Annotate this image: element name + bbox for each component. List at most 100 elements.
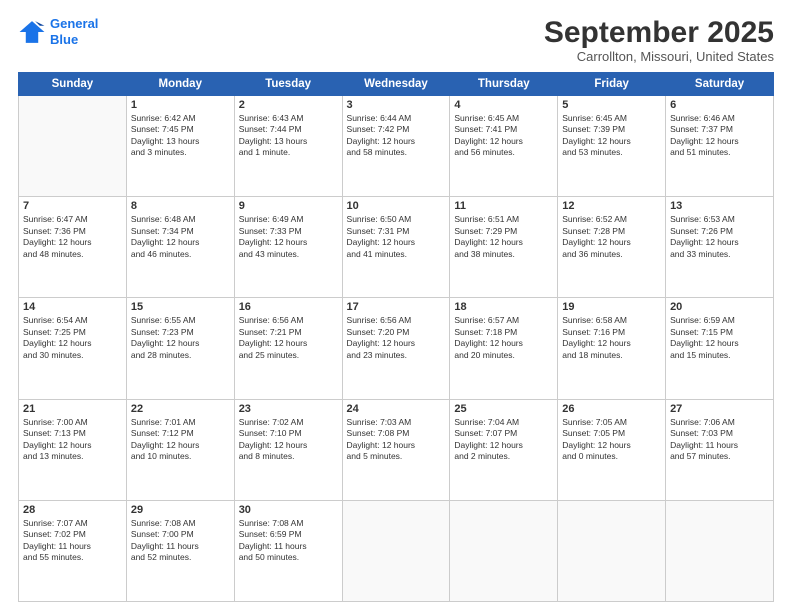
calendar-week-4: 28 Sunrise: 7:07 AMSunset: 7:02 PMDayligh… — [19, 500, 774, 601]
table-row: 23Sunrise: 7:02 AMSunset: 7:10 PMDayligh… — [234, 399, 342, 500]
calendar-header-row: Sunday Monday Tuesday Wednesday Thursday… — [19, 73, 774, 96]
day-number: 28 — [23, 504, 122, 516]
day-info: Sunrise: 6:44 AMSunset: 7:42 PMDaylight:… — [347, 113, 446, 159]
table-row — [342, 500, 450, 601]
table-row: 12Sunrise: 6:52 AMSunset: 7:28 PMDayligh… — [558, 197, 666, 298]
header: General Blue September 2025 Carrollton, … — [18, 16, 774, 64]
logo-general: General — [50, 16, 98, 31]
col-wednesday: Wednesday — [342, 73, 450, 96]
table-row: 20 Sunrise: 6:59 AMSunset: 7:15 PMDayligh… — [666, 298, 774, 399]
calendar-week-1: 7 Sunrise: 6:47 AMSunset: 7:36 PMDaylight… — [19, 197, 774, 298]
page: General Blue September 2025 Carrollton, … — [0, 0, 792, 612]
table-row: 6 Sunrise: 6:46 AMSunset: 7:37 PMDaylight… — [666, 96, 774, 197]
table-row: 4 Sunrise: 6:45 AMSunset: 7:41 PMDaylight… — [450, 96, 558, 197]
table-row: 16Sunrise: 6:56 AMSunset: 7:21 PMDayligh… — [234, 298, 342, 399]
day-info: Sunrise: 6:49 AMSunset: 7:33 PMDaylight:… — [239, 214, 338, 260]
day-info: Sunrise: 6:54 AMSunset: 7:25 PMDaylight:… — [23, 315, 122, 361]
day-number: 13 — [670, 200, 769, 212]
table-row: 2 Sunrise: 6:43 AMSunset: 7:44 PMDaylight… — [234, 96, 342, 197]
calendar-week-0: 1 Sunrise: 6:42 AMSunset: 7:45 PMDaylight… — [19, 96, 774, 197]
day-number: 18 — [454, 301, 553, 313]
day-info: Sunrise: 6:57 AMSunset: 7:18 PMDaylight:… — [454, 315, 553, 361]
day-number: 25 — [454, 403, 553, 415]
day-info: Sunrise: 7:08 AMSunset: 7:00 PMDaylight:… — [131, 518, 230, 564]
col-thursday: Thursday — [450, 73, 558, 96]
table-row: 17 Sunrise: 6:56 AMSunset: 7:20 PMDayligh… — [342, 298, 450, 399]
day-number: 27 — [670, 403, 769, 415]
day-number: 12 — [562, 200, 661, 212]
table-row: 1 Sunrise: 6:42 AMSunset: 7:45 PMDaylight… — [126, 96, 234, 197]
table-row: 21 Sunrise: 7:00 AMSunset: 7:13 PMDayligh… — [19, 399, 127, 500]
day-info: Sunrise: 6:58 AMSunset: 7:16 PMDaylight:… — [562, 315, 661, 361]
logo: General Blue — [18, 16, 98, 47]
day-number: 21 — [23, 403, 122, 415]
day-info: Sunrise: 6:56 AMSunset: 7:20 PMDaylight:… — [347, 315, 446, 361]
day-info: Sunrise: 7:00 AMSunset: 7:13 PMDaylight:… — [23, 417, 122, 463]
day-number: 20 — [670, 301, 769, 313]
day-number: 26 — [562, 403, 661, 415]
col-sunday: Sunday — [19, 73, 127, 96]
day-number: 29 — [131, 504, 230, 516]
day-number: 7 — [23, 200, 122, 212]
day-info: Sunrise: 6:56 AMSunset: 7:21 PMDaylight:… — [239, 315, 338, 361]
day-info: Sunrise: 7:08 AMSunset: 6:59 PMDaylight:… — [239, 518, 338, 564]
day-info: Sunrise: 7:03 AMSunset: 7:08 PMDaylight:… — [347, 417, 446, 463]
day-number: 22 — [131, 403, 230, 415]
day-number: 9 — [239, 200, 338, 212]
table-row: 30 Sunrise: 7:08 AMSunset: 6:59 PMDayligh… — [234, 500, 342, 601]
calendar-week-3: 21 Sunrise: 7:00 AMSunset: 7:13 PMDayligh… — [19, 399, 774, 500]
table-row: 13Sunrise: 6:53 AMSunset: 7:26 PMDayligh… — [666, 197, 774, 298]
day-number: 6 — [670, 99, 769, 111]
day-number: 17 — [347, 301, 446, 313]
table-row: 26 Sunrise: 7:05 AMSunset: 7:05 PMDayligh… — [558, 399, 666, 500]
table-row — [558, 500, 666, 601]
table-row: 9 Sunrise: 6:49 AMSunset: 7:33 PMDaylight… — [234, 197, 342, 298]
table-row: 29 Sunrise: 7:08 AMSunset: 7:00 PMDayligh… — [126, 500, 234, 601]
day-number: 8 — [131, 200, 230, 212]
location: Carrollton, Missouri, United States — [544, 49, 774, 64]
day-number: 2 — [239, 99, 338, 111]
day-info: Sunrise: 6:59 AMSunset: 7:15 PMDaylight:… — [670, 315, 769, 361]
table-row: 22 Sunrise: 7:01 AMSunset: 7:12 PMDayligh… — [126, 399, 234, 500]
day-number: 14 — [23, 301, 122, 313]
day-info: Sunrise: 6:51 AMSunset: 7:29 PMDaylight:… — [454, 214, 553, 260]
day-info: Sunrise: 6:46 AMSunset: 7:37 PMDaylight:… — [670, 113, 769, 159]
logo-blue: Blue — [50, 32, 78, 47]
day-info: Sunrise: 7:05 AMSunset: 7:05 PMDaylight:… — [562, 417, 661, 463]
table-row: 18 Sunrise: 6:57 AMSunset: 7:18 PMDayligh… — [450, 298, 558, 399]
day-info: Sunrise: 6:42 AMSunset: 7:45 PMDaylight:… — [131, 113, 230, 159]
col-monday: Monday — [126, 73, 234, 96]
day-info: Sunrise: 6:43 AMSunset: 7:44 PMDaylight:… — [239, 113, 338, 159]
day-number: 11 — [454, 200, 553, 212]
table-row: 19 Sunrise: 6:58 AMSunset: 7:16 PMDayligh… — [558, 298, 666, 399]
day-number: 4 — [454, 99, 553, 111]
day-number: 3 — [347, 99, 446, 111]
day-number: 24 — [347, 403, 446, 415]
calendar-table: Sunday Monday Tuesday Wednesday Thursday… — [18, 72, 774, 602]
table-row: 7 Sunrise: 6:47 AMSunset: 7:36 PMDaylight… — [19, 197, 127, 298]
day-info: Sunrise: 7:07 AMSunset: 7:02 PMDaylight:… — [23, 518, 122, 564]
table-row — [19, 96, 127, 197]
day-info: Sunrise: 6:47 AMSunset: 7:36 PMDaylight:… — [23, 214, 122, 260]
table-row: 3 Sunrise: 6:44 AMSunset: 7:42 PMDaylight… — [342, 96, 450, 197]
col-friday: Friday — [558, 73, 666, 96]
table-row: 14 Sunrise: 6:54 AMSunset: 7:25 PMDayligh… — [19, 298, 127, 399]
day-info: Sunrise: 7:02 AMSunset: 7:10 PMDaylight:… — [239, 417, 338, 463]
day-info: Sunrise: 6:55 AMSunset: 7:23 PMDaylight:… — [131, 315, 230, 361]
day-info: Sunrise: 6:45 AMSunset: 7:41 PMDaylight:… — [454, 113, 553, 159]
table-row: 25Sunrise: 7:04 AMSunset: 7:07 PMDayligh… — [450, 399, 558, 500]
day-number: 30 — [239, 504, 338, 516]
month-title: September 2025 — [544, 16, 774, 49]
day-number: 19 — [562, 301, 661, 313]
day-info: Sunrise: 7:01 AMSunset: 7:12 PMDaylight:… — [131, 417, 230, 463]
table-row: 8Sunrise: 6:48 AMSunset: 7:34 PMDaylight… — [126, 197, 234, 298]
day-number: 1 — [131, 99, 230, 111]
table-row: 10Sunrise: 6:50 AMSunset: 7:31 PMDayligh… — [342, 197, 450, 298]
table-row: 24 Sunrise: 7:03 AMSunset: 7:08 PMDayligh… — [342, 399, 450, 500]
title-block: September 2025 Carrollton, Missouri, Uni… — [544, 16, 774, 64]
table-row — [666, 500, 774, 601]
day-number: 10 — [347, 200, 446, 212]
day-info: Sunrise: 6:45 AMSunset: 7:39 PMDaylight:… — [562, 113, 661, 159]
col-saturday: Saturday — [666, 73, 774, 96]
calendar-week-2: 14 Sunrise: 6:54 AMSunset: 7:25 PMDayligh… — [19, 298, 774, 399]
